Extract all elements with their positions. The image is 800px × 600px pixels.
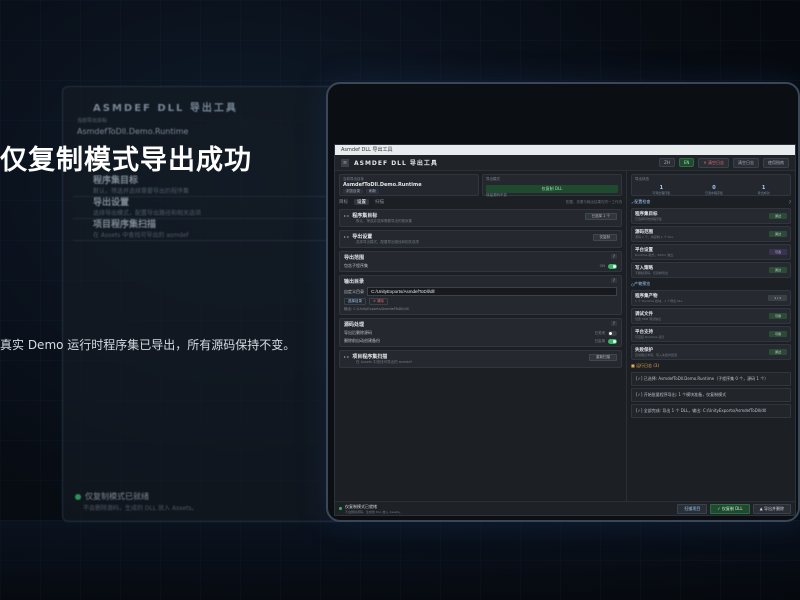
settings-mode-button[interactable]: 仅复制 — [592, 234, 617, 241]
lang-en-button[interactable]: EN — [678, 158, 695, 167]
build-item: 程序集产物 1 个 Runtime 模块，1 个导出 DLL 1 / 1 — [631, 290, 791, 306]
slide-subline: 真实 Demo 运行时程序集已导出，所有源码保持不变。 — [0, 338, 296, 352]
scan-project-button[interactable]: 扫描项目 — [677, 503, 708, 514]
back-card: 项目程序集扫描 在 Assets 中查找可导出的 asmdef — [73, 217, 331, 241]
output-hint: 输出: C:/UnityExports/AsmdefToDll/dll — [344, 307, 409, 311]
status-card: 导出状态 1 可导出程序集 0 已选中程序集 1 导出成功 — [631, 174, 791, 196]
copy-dll-button[interactable]: ✓ 仅复制 DLL — [710, 503, 750, 514]
section-strategy: 导出范围 ? 包含子程序集 ON — [339, 251, 622, 272]
section-settings[interactable]: ▸ ▸ 导出设置 选择导出模式，配置导出路径和相关选项 仅复制 — [339, 230, 622, 248]
help-button[interactable]: 使用指南 — [763, 157, 789, 168]
back-footer-sub: 不会删除源码，生成的 DLL 放入 Assets。 — [83, 505, 198, 512]
assembly-selected-button[interactable]: 已选择 1 个 — [584, 213, 617, 220]
log-entry: [✓] 已选择: AsmdefToDll.Demo.Runtime（子程序集 0… — [631, 372, 791, 386]
app-header: ≡ ASMDEF DLL 导出工具 ZH EN ✕ 清空日志 清空日志 使用指南 — [335, 155, 795, 171]
export-delete-button[interactable]: ▲ 导出并删除 — [752, 503, 791, 514]
back-current-value: AsmdefToDll.Demo.Runtime — [77, 127, 189, 136]
help-icon[interactable]: ? — [610, 278, 617, 283]
back-footer-title: 仅复制模式已就绪 — [85, 492, 149, 501]
include-sub-toggle[interactable] — [608, 263, 617, 269]
app-window: Asmdef DLL 导出工具 ≡ ASMDEF DLL 导出工具 ZH EN … — [334, 144, 796, 516]
mode-value[interactable]: 仅复制 DLL — [486, 185, 618, 193]
footer-sub: 不会删除源码，生成的 DLL 放入 Assets。 — [345, 509, 403, 514]
target-card: 当前导出目标 AsmdefToDll.Demo.Runtime 浏览目录 刷新 — [339, 174, 479, 196]
backup-toggle[interactable] — [608, 338, 617, 344]
refresh-button[interactable]: 刷新 — [366, 189, 379, 194]
chevron-icon: ▸ ▸ — [344, 213, 350, 218]
log-entry: [✓] 开始批量程序导出: 1 个模块准备，仅复制模式 — [631, 388, 791, 402]
floor-glow — [0, 520, 800, 600]
tab-settings[interactable]: 设置 — [354, 199, 369, 205]
build-item: 平台支持 可直接 Runtime 运行 可用 — [631, 326, 791, 342]
check-item: 写入策略 不删除源码，仅复制导出 通过 — [631, 262, 791, 278]
lang-zh-button[interactable]: ZH — [659, 158, 675, 167]
output-path-input[interactable] — [367, 287, 617, 296]
status-dot — [75, 494, 81, 500]
tab-bar: 目标 设置 扫描 配置、查看与输出结果在同一工作流 — [339, 199, 622, 205]
clear-dir-button[interactable]: ✕ 清除 — [369, 298, 389, 305]
build-item: 失败保护 自动跳过冲突，写入失败时回退 通过 — [631, 344, 791, 360]
target-value: AsmdefToDll.Demo.Runtime — [343, 182, 422, 188]
build-header: ◇ 产物预览 — [631, 281, 651, 287]
section-output: 输出目录 ? 自定义目录 选择目录 ✕ 清除 输出: C:/UnityExpor… — [339, 275, 622, 315]
help-icon[interactable]: ? — [789, 200, 791, 205]
app-footer: 仅复制模式已就绪 不会删除源码，生成的 DLL 放入 Assets。 扫描项目 … — [335, 501, 795, 515]
tabs-hint: 配置、查看与输出结果在同一工作流 — [566, 199, 622, 204]
rescan-button[interactable]: 重新扫描 — [589, 354, 617, 361]
device-frame: Asmdef DLL 导出工具 ≡ ASMDEF DLL 导出工具 ZH EN … — [326, 82, 800, 522]
strategy-option: 包含子程序集 — [344, 263, 368, 268]
check-item: 源码范围 源码 1 个，将复制 1 个 DLL 通过 — [631, 226, 791, 242]
check-header: ✓ 配置检查? — [631, 199, 791, 205]
section-assembly[interactable]: ▸ ▸ 程序集目标 默认，筛选并选择需要导出的程序集 已选择 1 个 — [339, 209, 622, 227]
menu-icon[interactable]: ≡ — [341, 158, 349, 167]
app-title: ASMDEF DLL 导出工具 — [354, 160, 438, 167]
help-icon[interactable]: ? — [610, 254, 617, 259]
chevron-icon: ▸ ▸ — [344, 234, 350, 239]
back-window-title: ASMDEF DLL 导出工具 — [93, 103, 238, 114]
ready-status-dot — [339, 507, 342, 510]
help-icon[interactable]: ? — [610, 321, 617, 326]
clear-log-button[interactable]: ✕ 清空日志 — [698, 157, 729, 168]
build-item: 调试文件 包含 PDB 调试信息 可用 — [631, 308, 791, 324]
tab-target[interactable]: 目标 — [339, 199, 348, 205]
chevron-icon: ▸ ▸ — [344, 354, 350, 359]
window-titlebar: Asmdef DLL 导出工具 — [335, 145, 795, 155]
right-column: 导出状态 1 可导出程序集 0 已选中程序集 1 导出成功 ✓ 配置检查? 程序集目标… — [627, 171, 795, 507]
back-card: 导出设置 选择导出模式，配置导出路径和相关选项 — [73, 195, 331, 219]
section-scan[interactable]: ▸ ▸ 项目程序集扫描 在 Assets 中查找可导出的 asmdef 重新扫描 — [339, 350, 622, 368]
log-entry: [✓] 全部完成: 导出 1 个 DLL，输出: C:/UnityExports… — [631, 404, 791, 418]
clear-log-button-2[interactable]: 清空日志 — [733, 157, 759, 168]
browse-button[interactable]: 浏览目录 — [343, 189, 363, 194]
log-title: ■ 运行日志 (3) — [631, 363, 659, 368]
slide-headline: 仅复制模式导出成功 — [0, 145, 252, 176]
delete-source-toggle[interactable] — [608, 330, 617, 336]
check-item: 平台设置 Runtime 模式，Editor 独立 可选 — [631, 244, 791, 260]
check-item: 程序集目标 已选择有效的程序集 通过 — [631, 208, 791, 224]
left-column: 当前导出目标 AsmdefToDll.Demo.Runtime 浏览目录 刷新 … — [335, 171, 627, 507]
select-dir-button[interactable]: 选择目录 — [344, 298, 366, 305]
section-source: 源码处理 ? 导出后删除源码 已关闭 删除前自动创建备份 已启用 — [339, 318, 622, 347]
back-current-label: 当前导出目标 — [77, 118, 108, 124]
mode-card: 导出模式 仅复制 DLL 保留源码不变 — [482, 174, 622, 197]
tab-scan[interactable]: 扫描 — [375, 199, 384, 205]
